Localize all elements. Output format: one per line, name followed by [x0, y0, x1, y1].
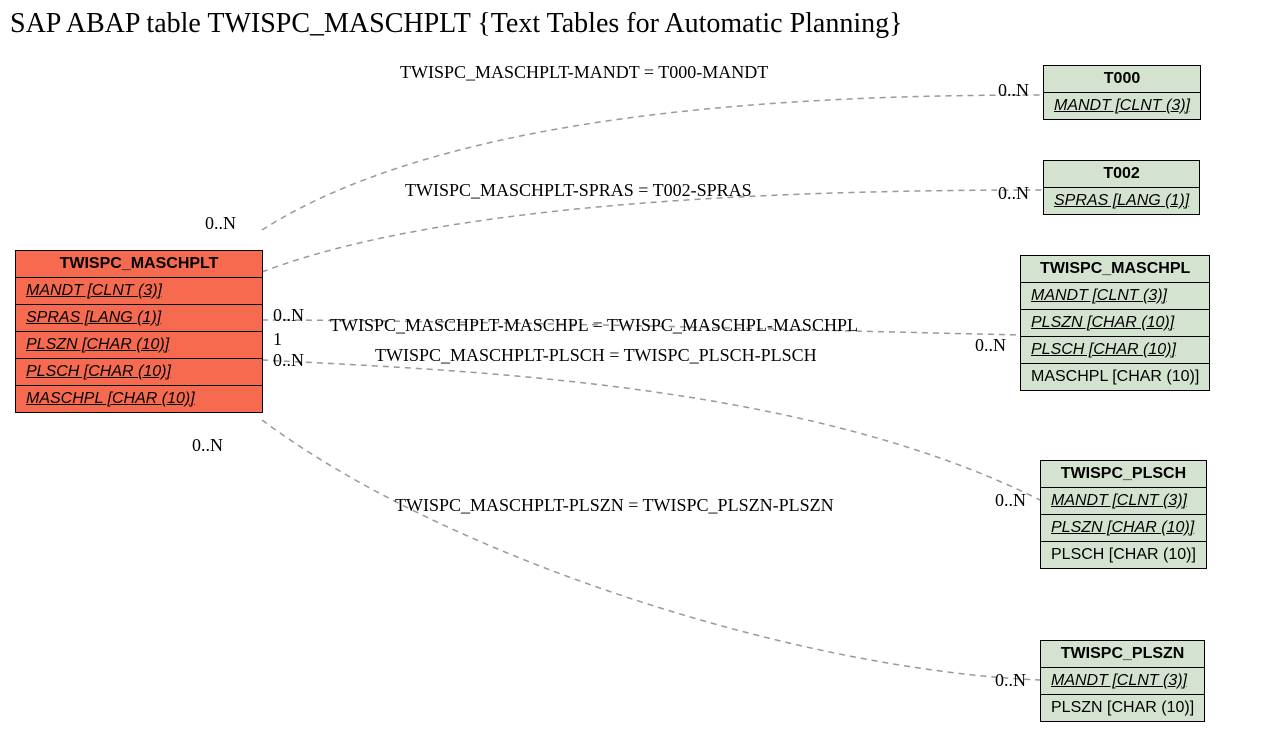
field-plsch: PLSCH [CHAR (10)] [16, 359, 262, 386]
field-maschpl: MASCHPL [CHAR (10)] [16, 386, 262, 412]
entity-t002: T002 SPRAS [LANG (1)] [1043, 160, 1200, 215]
entity-header: TWISPC_PLSZN [1041, 641, 1204, 668]
entity-header: T002 [1044, 161, 1199, 188]
field-mandt: MANDT [CLNT (3)] [1021, 283, 1209, 310]
cardinality: 0..N [998, 183, 1029, 204]
cardinality: 0..N [995, 490, 1026, 511]
cardinality: 0..N [975, 335, 1006, 356]
entity-twispc-plszn: TWISPC_PLSZN MANDT [CLNT (3)] PLSZN [CHA… [1040, 640, 1205, 722]
field-plszn: PLSZN [CHAR (10)] [1021, 310, 1209, 337]
cardinality: 1 [273, 329, 282, 350]
field-plszn: PLSZN [CHAR (10)] [1041, 695, 1204, 721]
cardinality: 0..N [998, 80, 1029, 101]
cardinality: 0..N [205, 213, 236, 234]
field-plszn: PLSZN [CHAR (10)] [1041, 515, 1206, 542]
entity-header: T000 [1044, 66, 1200, 93]
cardinality: 0..N [995, 670, 1026, 691]
rel-label-spras: TWISPC_MASCHPLT-SPRAS = T002-SPRAS [405, 180, 752, 201]
field-mandt: MANDT [CLNT (3)] [1041, 488, 1206, 515]
entity-twispc-plsch: TWISPC_PLSCH MANDT [CLNT (3)] PLSZN [CHA… [1040, 460, 1207, 569]
field-maschpl: MASCHPL [CHAR (10)] [1021, 364, 1209, 390]
cardinality: 0..N [273, 350, 304, 371]
entity-header: TWISPC_MASCHPLT [16, 251, 262, 278]
field-mandt: MANDT [CLNT (3)] [1044, 93, 1200, 119]
rel-label-plszn: TWISPC_MASCHPLT-PLSZN = TWISPC_PLSZN-PLS… [395, 495, 834, 516]
rel-label-mandt: TWISPC_MASCHPLT-MANDT = T000-MANDT [400, 62, 768, 83]
field-mandt: MANDT [CLNT (3)] [16, 278, 262, 305]
field-mandt: MANDT [CLNT (3)] [1041, 668, 1204, 695]
cardinality: 0..N [273, 305, 304, 326]
field-spras: SPRAS [LANG (1)] [1044, 188, 1199, 214]
page-title: SAP ABAP table TWISPC_MASCHPLT {Text Tab… [10, 8, 903, 40]
entity-twispc-maschplt: TWISPC_MASCHPLT MANDT [CLNT (3)] SPRAS [… [15, 250, 263, 413]
rel-label-plsch: TWISPC_MASCHPLT-PLSCH = TWISPC_PLSCH-PLS… [375, 345, 817, 366]
cardinality: 0..N [192, 435, 223, 456]
entity-twispc-maschpl: TWISPC_MASCHPL MANDT [CLNT (3)] PLSZN [C… [1020, 255, 1210, 391]
entity-header: TWISPC_MASCHPL [1021, 256, 1209, 283]
entity-t000: T000 MANDT [CLNT (3)] [1043, 65, 1201, 120]
field-plsch: PLSCH [CHAR (10)] [1041, 542, 1206, 568]
field-plszn: PLSZN [CHAR (10)] [16, 332, 262, 359]
field-plsch: PLSCH [CHAR (10)] [1021, 337, 1209, 364]
entity-header: TWISPC_PLSCH [1041, 461, 1206, 488]
rel-label-maschpl: TWISPC_MASCHPLT-MASCHPL = TWISPC_MASCHPL… [330, 315, 858, 336]
field-spras: SPRAS [LANG (1)] [16, 305, 262, 332]
